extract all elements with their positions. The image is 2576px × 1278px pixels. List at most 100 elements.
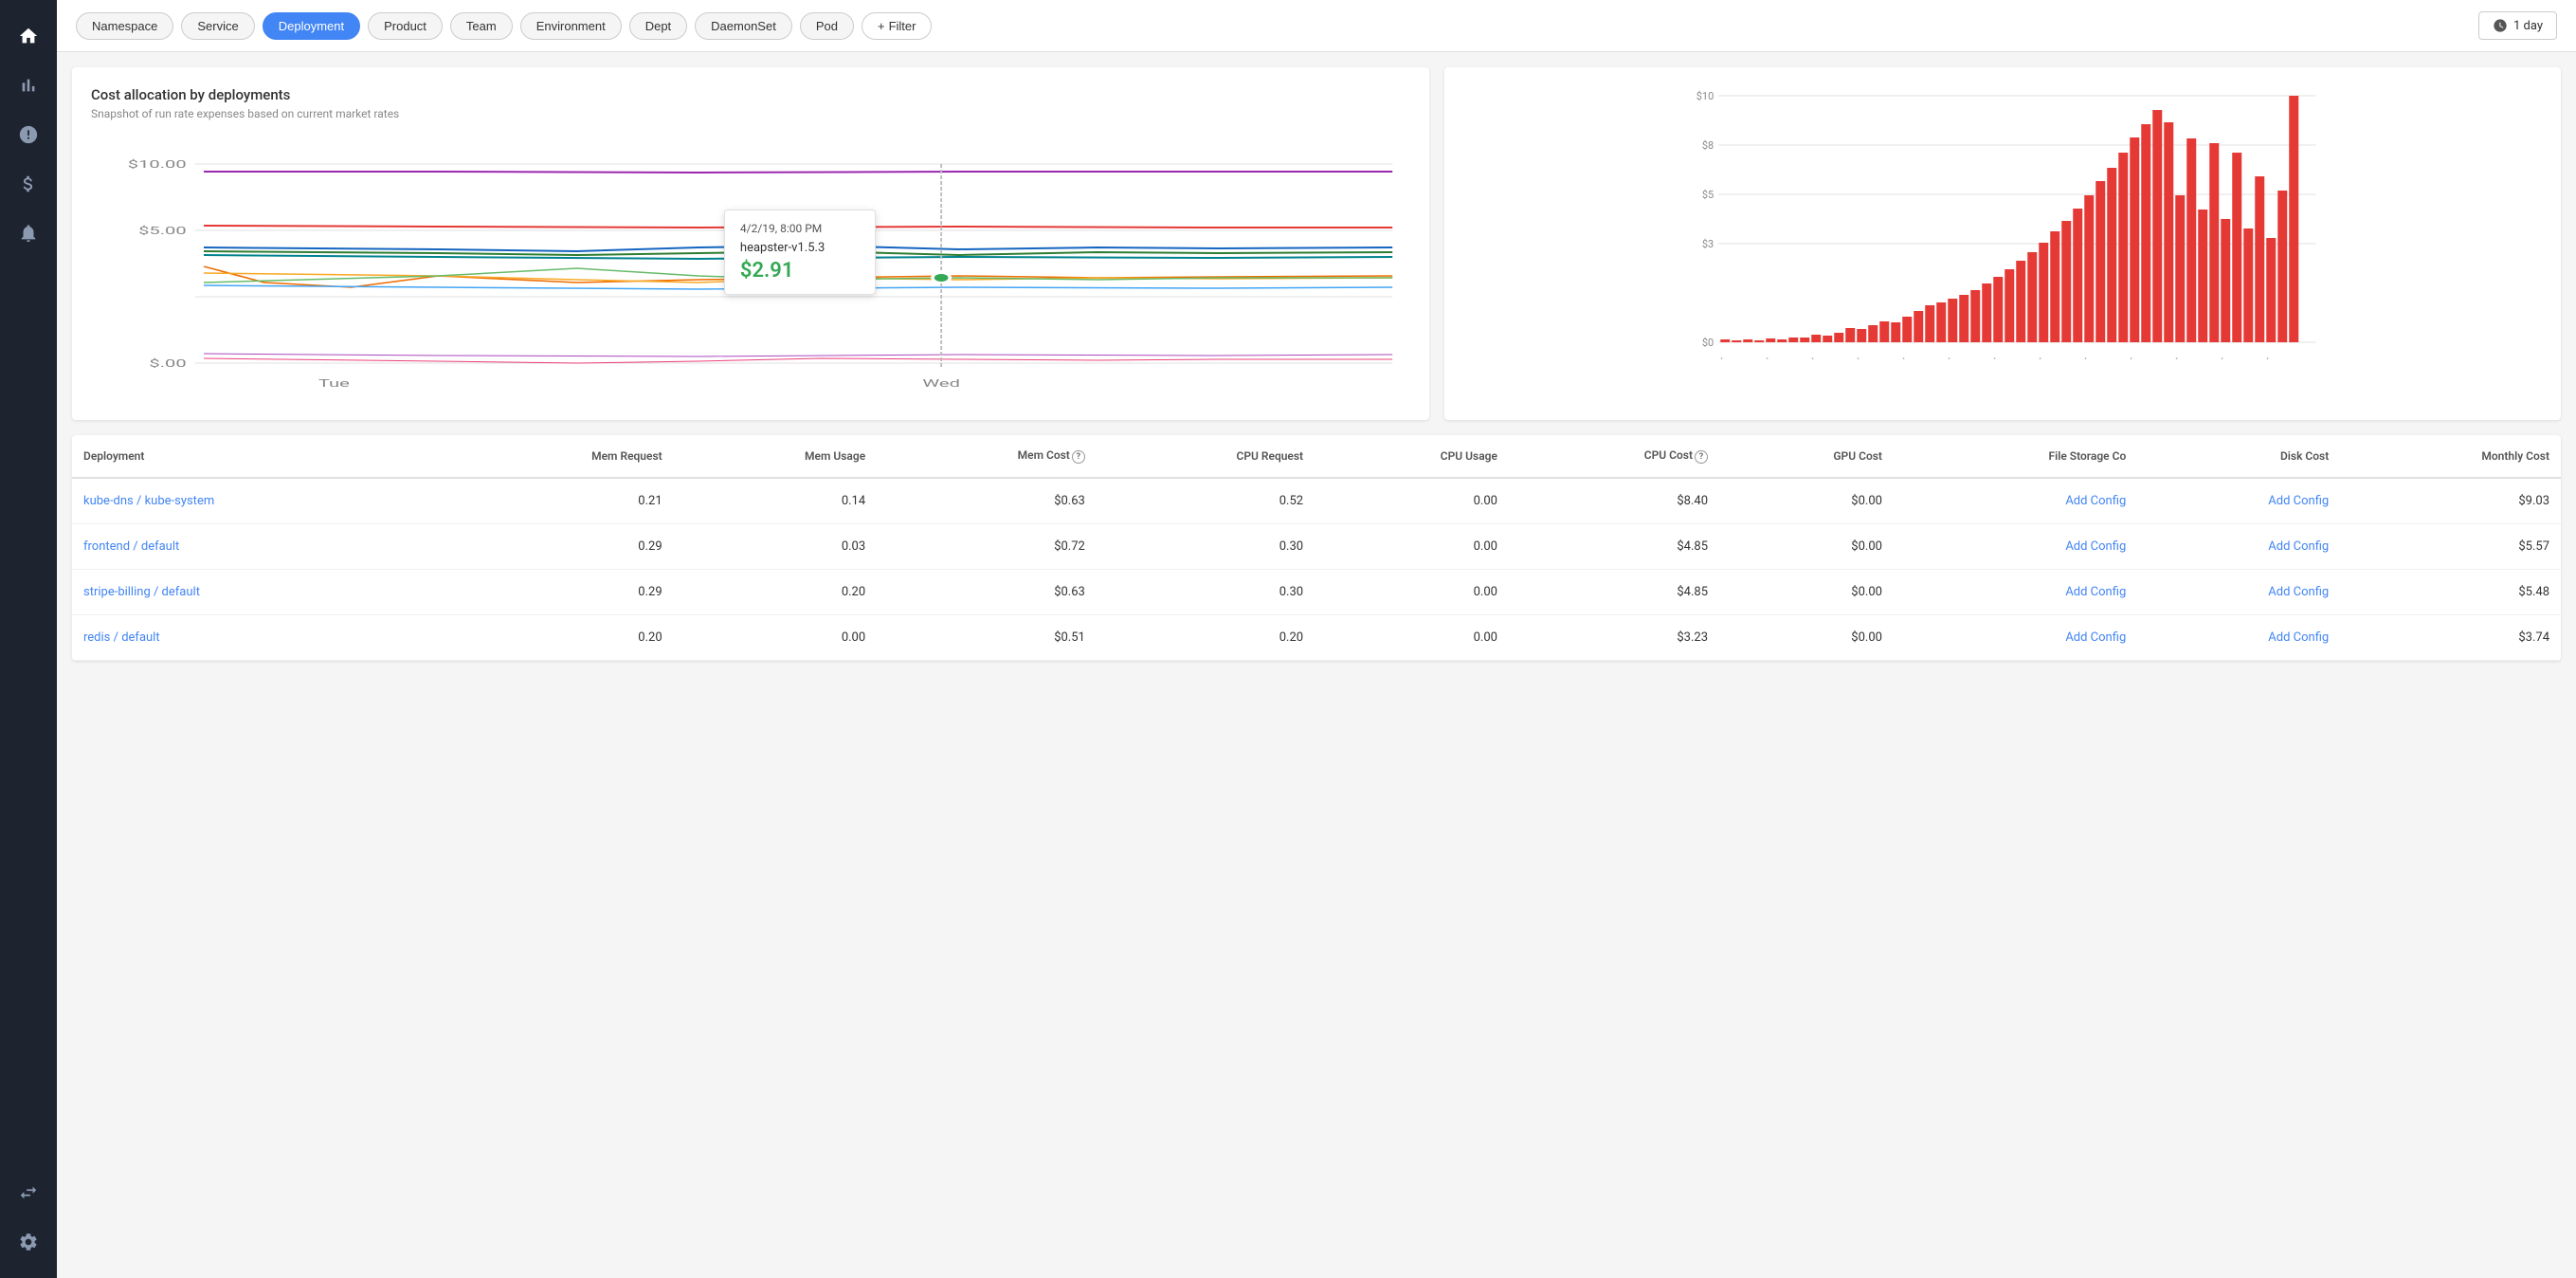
disk-cost-val: Add Config: [2137, 615, 2340, 661]
deployment-name: kube-dns / kube-system: [72, 478, 446, 524]
gpu-cost-val: $0.00: [1719, 478, 1894, 524]
cpu-cost-help[interactable]: ?: [1695, 450, 1708, 464]
col-monthly-cost: Monthly Cost: [2340, 435, 2561, 478]
svg-text:•: •: [1720, 355, 1723, 363]
svg-text:•: •: [1857, 355, 1859, 363]
line-chart-card: Cost allocation by deployments Snapshot …: [72, 67, 1429, 420]
deployment-link[interactable]: kube-dns / kube-system: [83, 494, 214, 508]
cpu-cost-val: $3.23: [1509, 615, 1719, 661]
table-card: Deployment Mem Request Mem Usage Mem Cos…: [72, 435, 2561, 661]
gpu-cost-val: $0.00: [1719, 524, 1894, 570]
svg-text:$3: $3: [1701, 238, 1713, 250]
svg-text:$10.00: $10.00: [128, 158, 187, 171]
col-cpu-usage: CPU Usage: [1315, 435, 1509, 478]
dollar-icon[interactable]: [8, 163, 49, 205]
monthly-cost-val: $3.74: [2340, 615, 2561, 661]
table-row: redis / default 0.20 0.00 $0.51 0.20 0.0…: [72, 615, 2561, 661]
table-row: stripe-billing / default 0.29 0.20 $0.63…: [72, 570, 2561, 615]
filter-service[interactable]: Service: [181, 12, 254, 40]
svg-text:•: •: [2039, 355, 2041, 363]
line-chart-container: $10.00 $5.00 $.00: [91, 136, 1410, 401]
add-config-file-2[interactable]: Add Config: [2065, 539, 2126, 554]
mem-request-val: 0.21: [446, 478, 674, 524]
mem-cost-help[interactable]: ?: [1072, 450, 1085, 464]
add-config-file-1[interactable]: Add Config: [2065, 494, 2126, 508]
svg-text:•: •: [1993, 355, 1996, 363]
file-storage-val: Add Config: [1894, 478, 2137, 524]
time-label: 1 day: [2513, 19, 2543, 33]
chart-tooltip: 4/2/19, 8:00 PM heapster-v1.5.3 $2.91: [724, 210, 876, 295]
cpu-request-val: 0.30: [1097, 570, 1315, 615]
table-row: frontend / default 0.29 0.03 $0.72 0.30 …: [72, 524, 2561, 570]
add-config-disk-1[interactable]: Add Config: [2268, 494, 2329, 508]
svg-text:•: •: [1902, 355, 1905, 363]
gpu-cost-val: $0.00: [1719, 615, 1894, 661]
filter-dept[interactable]: Dept: [629, 12, 687, 40]
deployment-link[interactable]: stripe-billing / default: [83, 585, 200, 599]
sidebar: [0, 0, 57, 1278]
mem-cost-val: $0.63: [877, 478, 1097, 524]
file-storage-val: Add Config: [1894, 615, 2137, 661]
time-selector[interactable]: 1 day: [2478, 11, 2557, 40]
deployment-link[interactable]: frontend / default: [83, 539, 179, 554]
table-row: kube-dns / kube-system 0.21 0.14 $0.63 0…: [72, 478, 2561, 524]
monthly-cost-val: $5.57: [2340, 524, 2561, 570]
mem-request-val: 0.29: [446, 570, 674, 615]
filter-pod[interactable]: Pod: [800, 12, 854, 40]
filter-daemonset[interactable]: DaemonSet: [695, 12, 792, 40]
charts-row: Cost allocation by deployments Snapshot …: [72, 67, 2561, 420]
alert-icon[interactable]: [8, 114, 49, 155]
mem-usage-val: 0.00: [674, 615, 878, 661]
home-icon[interactable]: [8, 15, 49, 57]
add-config-file-4[interactable]: Add Config: [2065, 630, 2126, 645]
mem-cost-val: $0.72: [877, 524, 1097, 570]
cpu-usage-val: 0.00: [1315, 615, 1509, 661]
gpu-cost-val: $0.00: [1719, 570, 1894, 615]
transfer-icon[interactable]: [8, 1172, 49, 1214]
deployment-name: frontend / default: [72, 524, 446, 570]
mem-cost-val: $0.51: [877, 615, 1097, 661]
deployment-name: redis / default: [72, 615, 446, 661]
add-config-disk-3[interactable]: Add Config: [2268, 585, 2329, 599]
add-config-disk-2[interactable]: Add Config: [2268, 539, 2329, 554]
table-header-row: Deployment Mem Request Mem Usage Mem Cos…: [72, 435, 2561, 478]
cpu-request-val: 0.20: [1097, 615, 1315, 661]
add-config-disk-4[interactable]: Add Config: [2268, 630, 2329, 645]
cpu-cost-val: $8.40: [1509, 478, 1719, 524]
add-config-file-3[interactable]: Add Config: [2065, 585, 2126, 599]
svg-text:Tue: Tue: [318, 377, 350, 390]
svg-text:•: •: [2266, 355, 2269, 363]
svg-text:•: •: [2175, 355, 2178, 363]
content-area: Cost allocation by deployments Snapshot …: [57, 52, 2576, 1278]
filter-team[interactable]: Team: [450, 12, 513, 40]
svg-text:$5.00: $5.00: [138, 225, 187, 237]
settings-icon[interactable]: [8, 1221, 49, 1263]
filter-namespace[interactable]: Namespace: [76, 12, 173, 40]
tooltip-value: $2.91: [740, 259, 860, 283]
tooltip-label: heapster-v1.5.3: [740, 241, 860, 255]
chart-icon[interactable]: [8, 64, 49, 106]
cpu-cost-val: $4.85: [1509, 570, 1719, 615]
mem-cost-val: $0.63: [877, 570, 1097, 615]
main-content: Namespace Service Deployment Product Tea…: [57, 0, 2576, 1278]
line-chart-subtitle: Snapshot of run rate expenses based on c…: [91, 107, 1410, 120]
bell-icon[interactable]: [8, 212, 49, 254]
mem-usage-val: 0.14: [674, 478, 878, 524]
add-filter-button[interactable]: + Filter: [862, 12, 932, 40]
plus-icon: +: [878, 19, 885, 33]
tooltip-date: 4/2/19, 8:00 PM: [740, 222, 860, 235]
col-gpu-cost: GPU Cost: [1719, 435, 1894, 478]
deployment-link[interactable]: redis / default: [83, 630, 160, 645]
cpu-request-val: 0.52: [1097, 478, 1315, 524]
filter-environment[interactable]: Environment: [520, 12, 622, 40]
col-mem-usage: Mem Usage: [674, 435, 878, 478]
monthly-cost-val: $9.03: [2340, 478, 2561, 524]
line-chart-title: Cost allocation by deployments: [91, 86, 1410, 103]
filter-deployment[interactable]: Deployment: [263, 12, 360, 40]
cpu-cost-val: $4.85: [1509, 524, 1719, 570]
cpu-usage-val: 0.00: [1315, 478, 1509, 524]
filter-tabs: Namespace Service Deployment Product Tea…: [76, 12, 932, 40]
filter-product[interactable]: Product: [368, 12, 443, 40]
svg-text:$5: $5: [1701, 189, 1713, 201]
deployments-table: Deployment Mem Request Mem Usage Mem Cos…: [72, 435, 2561, 661]
